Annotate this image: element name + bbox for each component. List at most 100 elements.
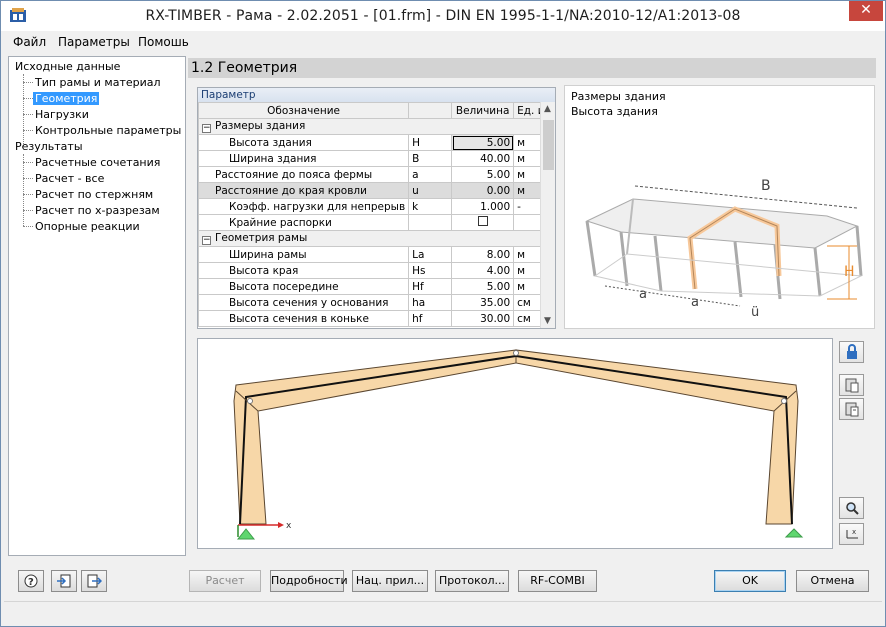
param-value-input[interactable]: 5.00 bbox=[451, 166, 515, 183]
nav-item-calc-sections[interactable]: Расчет по x-разрезам bbox=[35, 204, 160, 217]
frame-graphic[interactable]: x bbox=[197, 338, 833, 549]
export-button[interactable] bbox=[81, 570, 107, 592]
protocol-button[interactable]: Протокол... bbox=[435, 570, 509, 592]
table-row[interactable]: Ширина здания B 40.00 м bbox=[197, 150, 555, 167]
param-symbol: La bbox=[408, 246, 453, 263]
table-row[interactable]: Коэфф. нагрузки для непрерыв k 1.000 - bbox=[197, 198, 555, 215]
menu-file[interactable]: Файл bbox=[13, 35, 46, 49]
param-value-input[interactable]: 5.00 bbox=[451, 134, 515, 151]
edge-bracing-checkbox[interactable] bbox=[477, 216, 488, 226]
menu-help[interactable]: Помошь bbox=[138, 35, 189, 49]
nav-item-frame-type[interactable]: Тип рамы и материал bbox=[35, 76, 161, 89]
param-name: Ширина здания bbox=[197, 150, 410, 167]
nav-item-control[interactable]: Контрольные параметры bbox=[35, 124, 181, 137]
table-row[interactable]: Крайние распорки bbox=[197, 214, 555, 231]
table-row[interactable]: Высота здания H 5.00 м bbox=[197, 134, 555, 151]
scroll-up-icon[interactable]: ▲ bbox=[544, 104, 551, 114]
table-row[interactable]: Ширина рамы La 8.00 м bbox=[197, 246, 555, 263]
param-symbol: B bbox=[408, 150, 453, 167]
scroll-thumb[interactable] bbox=[543, 120, 554, 170]
nav-root-results[interactable]: Результаты bbox=[15, 140, 83, 153]
param-symbol: hf bbox=[408, 310, 453, 327]
nav-root-input[interactable]: Исходные данные bbox=[15, 60, 120, 73]
title-bar: RX-TIMBER - Рама - 2.02.2051 - [01.frm] … bbox=[1, 1, 885, 31]
table-row[interactable]: Высота посередине Hf 5.00 м bbox=[197, 278, 555, 295]
dim-a1-label: a bbox=[639, 287, 647, 302]
table-row[interactable]: Высота сечения в коньке hf 30.00 см bbox=[197, 310, 555, 327]
col-header-name: Обозначение bbox=[197, 102, 410, 119]
menu-bar: Файл Параметры Помошь bbox=[1, 32, 885, 52]
param-value-input[interactable]: 8.00 bbox=[451, 246, 515, 263]
preview-subtitle: Высота здания bbox=[571, 105, 658, 118]
calculate-button[interactable]: Расчет bbox=[189, 570, 261, 592]
paste-button[interactable] bbox=[839, 398, 864, 420]
help-button[interactable]: ? bbox=[18, 570, 44, 592]
table-header-row: Обозначение Величина Ед. из bbox=[197, 102, 555, 119]
param-value-input[interactable]: 4.00 bbox=[451, 262, 515, 279]
table-scrollbar[interactable]: ▲ ▼ bbox=[540, 102, 555, 328]
copy-to-clipboard-button[interactable] bbox=[839, 374, 864, 396]
param-symbol: H bbox=[408, 134, 453, 151]
parameter-panel-title: Параметр bbox=[198, 88, 555, 102]
scroll-down-icon[interactable]: ▼ bbox=[544, 316, 551, 326]
zoom-view-button[interactable] bbox=[839, 497, 864, 519]
dim-b-label: B bbox=[761, 178, 771, 194]
nav-item-geometry[interactable]: Геометрия bbox=[33, 92, 100, 105]
param-symbol: k bbox=[408, 198, 453, 215]
axis-x-label: x bbox=[286, 521, 292, 531]
section-title: 1.2 Геометрия bbox=[188, 58, 876, 78]
ok-button[interactable]: OK bbox=[714, 570, 786, 592]
preview-title: Размеры здания bbox=[571, 90, 666, 103]
param-name: Высота сечения в коньке bbox=[197, 310, 410, 327]
collapse-icon[interactable]: − bbox=[202, 124, 211, 133]
nav-item-loads[interactable]: Нагрузки bbox=[35, 108, 89, 121]
cancel-button[interactable]: Отмена bbox=[796, 570, 869, 592]
nav-item-calc-all[interactable]: Расчет - все bbox=[35, 172, 104, 185]
param-value-input[interactable]: 40.00 bbox=[451, 150, 515, 167]
col-header-symbol bbox=[408, 102, 453, 119]
param-name: Высота сечения у основания bbox=[197, 294, 410, 311]
group-label: Геометрия рамы bbox=[215, 232, 308, 244]
clipboard-icon bbox=[845, 378, 858, 393]
details-button[interactable]: Подробности bbox=[270, 570, 348, 592]
param-value-input[interactable]: 5.00 bbox=[451, 278, 515, 295]
preview-panel: Размеры здания Высота здания B H a a ü bbox=[564, 85, 875, 329]
menu-settings[interactable]: Параметры bbox=[58, 35, 130, 49]
dim-u-label: ü bbox=[751, 305, 759, 320]
nav-item-combinations[interactable]: Расчетные сочетания bbox=[35, 156, 160, 169]
param-name: Высота края bbox=[197, 262, 410, 279]
param-name: Высота посередине bbox=[197, 278, 410, 295]
param-symbol: ha bbox=[408, 294, 453, 311]
param-value-input[interactable]: 30.00 bbox=[451, 310, 515, 327]
lock-button[interactable] bbox=[839, 341, 864, 363]
collapse-icon[interactable]: − bbox=[202, 236, 211, 245]
import-button[interactable] bbox=[51, 570, 77, 592]
param-name: Расстояние до края кровли bbox=[197, 182, 410, 199]
param-name: Коэфф. нагрузки для непрерыв bbox=[197, 198, 410, 215]
svg-text:?: ? bbox=[28, 577, 34, 588]
axes-icon: x bbox=[846, 528, 858, 539]
table-row[interactable]: Расстояние до края кровли u 0.00 м bbox=[197, 182, 555, 199]
window-title: RX-TIMBER - Рама - 2.02.2051 - [01.frm] … bbox=[145, 8, 741, 24]
table-row[interactable]: Высота края Hs 4.00 м bbox=[197, 262, 555, 279]
parameter-table: Обозначение Величина Ед. из − Размеры зда… bbox=[197, 102, 555, 327]
group-row-building[interactable]: − Размеры здания bbox=[197, 118, 555, 135]
param-name: Высота здания bbox=[197, 134, 410, 151]
group-row-frame[interactable]: − Геометрия рамы bbox=[197, 230, 555, 247]
close-button[interactable]: ✕ bbox=[849, 1, 883, 21]
table-row[interactable]: Высота сечения у основания ha 35.00 см bbox=[197, 294, 555, 311]
national-annex-button[interactable]: Нац. прил... bbox=[352, 570, 428, 592]
lock-icon bbox=[846, 344, 857, 359]
table-row[interactable]: Расстояние до пояса фермы a 5.00 м bbox=[197, 166, 555, 183]
edge-bracing-cell[interactable] bbox=[451, 214, 515, 231]
rf-combi-button[interactable]: RF-COMBI bbox=[518, 570, 597, 592]
nav-item-reactions[interactable]: Опорные реакции bbox=[35, 220, 140, 233]
dim-h-label: H bbox=[844, 264, 855, 280]
param-value-input[interactable]: 35.00 bbox=[451, 294, 515, 311]
param-value-input[interactable]: 0.00 bbox=[451, 182, 515, 199]
axes-button[interactable]: x bbox=[839, 523, 864, 545]
param-name: Крайние распорки bbox=[197, 214, 410, 231]
nav-item-calc-members[interactable]: Расчет по стержням bbox=[35, 188, 153, 201]
param-value-input[interactable]: 1.000 bbox=[451, 198, 515, 215]
group-label: Размеры здания bbox=[215, 120, 306, 132]
